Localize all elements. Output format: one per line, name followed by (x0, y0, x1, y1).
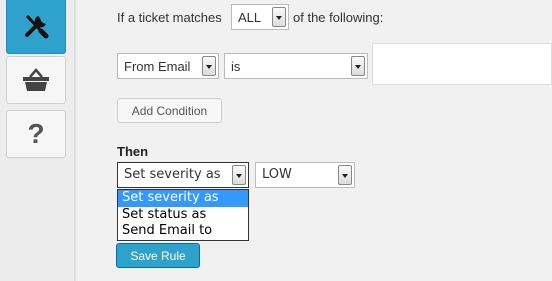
action-select[interactable]: Set severity as (117, 162, 249, 188)
match-type-value: ALL (238, 10, 262, 25)
question-icon: ? (27, 118, 45, 149)
rule-editor: If a ticket matches ALL of the following… (76, 0, 552, 281)
chevron-down-icon (272, 7, 286, 27)
match-prefix-label: If a ticket matches (117, 10, 222, 25)
match-type-select[interactable]: ALL (231, 4, 289, 30)
action-select-value: Set severity as (124, 167, 221, 182)
condition-operator-select[interactable]: is (224, 53, 368, 79)
chevron-down-icon (232, 165, 246, 185)
tools-icon (22, 12, 50, 40)
chevron-down-icon (351, 56, 365, 76)
action-value: LOW (262, 167, 292, 182)
basket-icon (21, 67, 51, 93)
sidebar-item-help[interactable]: ? (6, 110, 66, 158)
dropdown-option-send-email[interactable]: Send Email to (118, 223, 248, 240)
sidebar-item-tools[interactable] (6, 0, 66, 54)
then-label: Then (117, 144, 149, 159)
action-value-select[interactable]: LOW (255, 162, 355, 188)
condition-value-input[interactable] (372, 43, 552, 85)
sidebar: ? (0, 0, 74, 281)
chevron-down-icon (202, 56, 216, 76)
add-condition-button[interactable]: Add Condition (117, 98, 222, 123)
condition-field-value: From Email (124, 59, 191, 74)
dropdown-option-set-status[interactable]: Set status as (118, 207, 248, 224)
match-suffix-label: of the following: (293, 10, 384, 25)
action-dropdown-list: Set severity as Set status as Send Email… (117, 189, 249, 241)
save-rule-button[interactable]: Save Rule (116, 243, 200, 268)
dropdown-option-set-severity[interactable]: Set severity as (118, 190, 248, 207)
chevron-down-icon (338, 165, 352, 185)
condition-field-select[interactable]: From Email (117, 53, 219, 79)
sidebar-item-basket[interactable] (6, 56, 66, 104)
condition-operator-value: is (231, 59, 241, 74)
